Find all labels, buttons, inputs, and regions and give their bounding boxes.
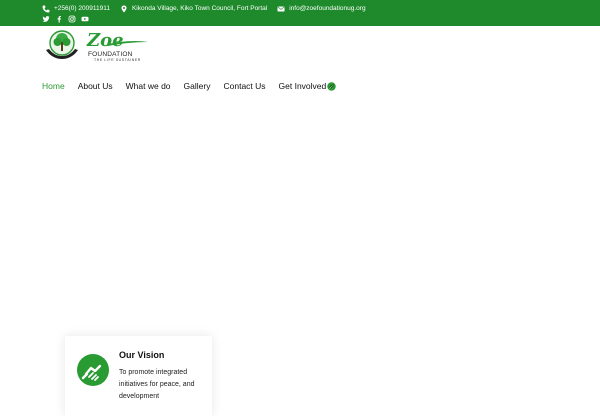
logo-word: FOUNDATION xyxy=(88,51,133,58)
phone-icon xyxy=(42,5,50,13)
email-contact[interactable]: info@zoefoundationug.org xyxy=(277,3,366,15)
nav-item-contact-us[interactable]: Contact Us xyxy=(223,81,265,91)
vision-text: To promote integrated initiatives for pe… xyxy=(119,369,195,400)
address-contact: Kikonda Village, Kiko Town Council, Fort… xyxy=(120,3,267,15)
vision-title: Our Vision xyxy=(119,350,165,360)
envelope-icon xyxy=(277,6,285,12)
vision-card: Our Vision To promote integrated initiat… xyxy=(65,336,212,416)
facebook-icon[interactable] xyxy=(55,15,63,23)
social-links xyxy=(42,14,94,24)
nav-item-get-involved[interactable]: Get Involved xyxy=(279,81,337,91)
email-text: info@zoefoundationug.org xyxy=(289,5,366,12)
address-text: Kikonda Village, Kiko Town Council, Fort… xyxy=(131,5,268,12)
nav-item-gallery[interactable]: Gallery xyxy=(184,81,211,91)
logo-name: Zoe xyxy=(86,30,124,51)
nav-item-home[interactable]: Home xyxy=(42,81,65,91)
leaf-icon xyxy=(327,81,336,91)
nav-item-about-us[interactable]: About Us xyxy=(78,81,113,91)
handshake-icon xyxy=(77,354,109,386)
instagram-icon[interactable] xyxy=(68,15,76,23)
top-contact-bar: +256(0) 200911911 Kikonda Village, Kiko … xyxy=(0,0,600,26)
youtube-icon[interactable] xyxy=(81,15,89,23)
map-marker-icon xyxy=(121,5,127,13)
main-nav: Home About Us What we do Gallery Contact… xyxy=(42,79,349,93)
twitter-icon[interactable] xyxy=(42,15,50,23)
site-logo[interactable]: Zoe FOUNDATION THE LIFE SUSTAINER xyxy=(42,28,150,64)
logo-tagline: THE LIFE SUSTAINER xyxy=(94,58,141,62)
nav-item-what-we-do[interactable]: What we do xyxy=(126,81,171,91)
nav-item-get-involved-label: Get Involved xyxy=(278,81,327,91)
